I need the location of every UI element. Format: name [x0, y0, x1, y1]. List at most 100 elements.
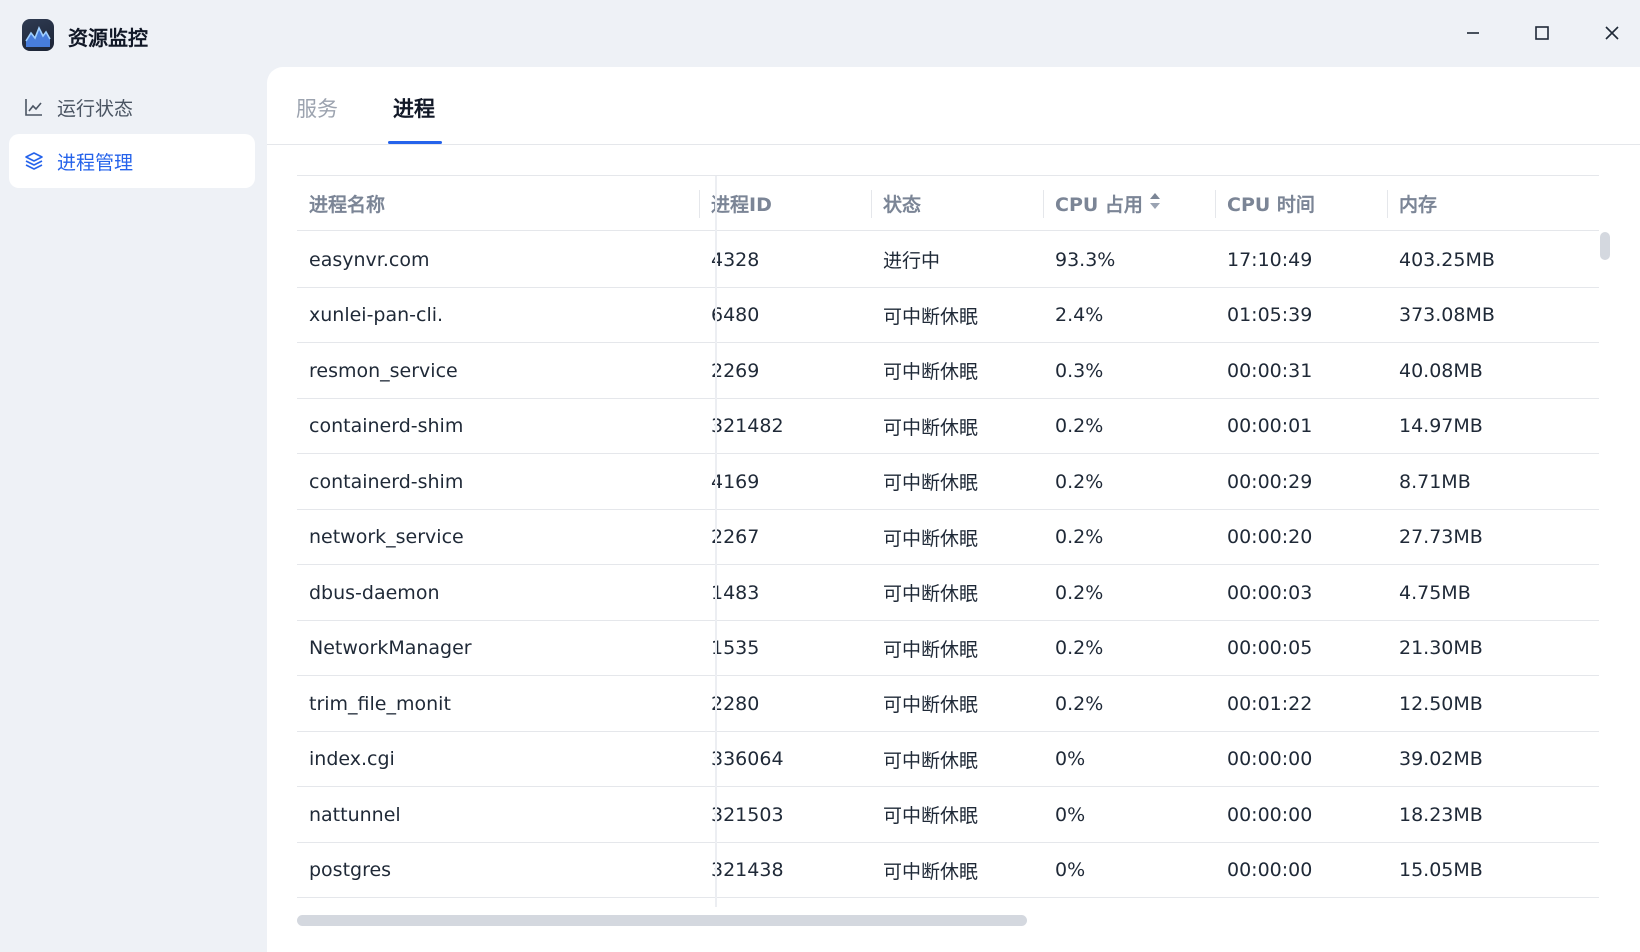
cell-process-name: containerd-shim: [309, 470, 464, 493]
table-header: 进程名称 进程ID 状态 CPU 占用 CPU 时间 内存: [297, 176, 1599, 231]
cell-status: 可中断休眠: [883, 694, 979, 716]
table-row[interactable]: resmon_service 2269 可中断休眠 0.3% 00:00:31 40.08…: [297, 343, 1599, 399]
cell-cpu-usage: 0.2%: [1055, 415, 1104, 437]
cell-status: 可中断休眠: [883, 860, 979, 883]
cell-cpu-usage: 0.3%: [1055, 359, 1104, 382]
table-row[interactable]: network_service 2267 可中断休眠 0.2% 00:00:20 27.7…: [297, 510, 1599, 565]
cell-status: 可中断休眠: [883, 472, 979, 494]
cell-cpu-usage: 0.2%: [1055, 637, 1104, 659]
cell-process-name: nattunnel: [309, 803, 401, 826]
horizontal-scrollbar[interactable]: [297, 915, 1027, 926]
cell-cpu-time: 00:00:00: [1227, 803, 1313, 826]
column-header-cpu-time[interactable]: CPU 时间: [1215, 176, 1387, 231]
cell-process-name: containerd-shim: [309, 415, 464, 437]
table-row[interactable]: index.cgi 336064 可中断休眠 0% 00:00:00 39.02MB: [297, 732, 1599, 787]
cell-process-name: network_service: [309, 526, 464, 548]
column-separator: [699, 190, 700, 218]
cell-status: 可中断休眠: [883, 305, 979, 328]
cell-status: 可中断休眠: [883, 749, 979, 772]
cell-cpu-usage: 0%: [1055, 859, 1086, 881]
table-row[interactable]: NetworkManager 1535 可中断休眠 0.2% 00:00:05 21.30…: [297, 621, 1599, 676]
cell-pid: 321438: [711, 859, 784, 881]
cell-memory: 39.02MB: [1399, 748, 1483, 770]
table-row[interactable]: easynvr.com 4328 进行中 93.3% 17:10:49 403.25MB: [297, 232, 1599, 288]
cell-cpu-usage: 0.2%: [1055, 692, 1104, 715]
cell-pid: 6480: [711, 304, 760, 326]
minimize-button[interactable]: [1458, 18, 1488, 48]
cell-process-name: xunlei-pan-cli.: [309, 304, 444, 326]
column-header-memory[interactable]: 内存: [1387, 176, 1599, 231]
main-panel: 服务 进程 进程名称 进程ID 状态 CPU 占用 CPU 时间 内存 easy…: [267, 67, 1640, 952]
cell-pid: 1483: [711, 581, 760, 604]
cell-cpu-usage: 93.3%: [1055, 248, 1116, 271]
table-body: easynvr.com 4328 进行中 93.3% 17:10:49 403.25MB x…: [297, 232, 1599, 898]
maximize-icon: [1535, 26, 1549, 40]
process-table: 进程名称 进程ID 状态 CPU 占用 CPU 时间 内存 easynvr.co…: [297, 175, 1599, 907]
vertical-scrollbar[interactable]: [1600, 232, 1610, 260]
sidebar-item-run-status[interactable]: 运行状态: [9, 80, 255, 134]
cell-cpu-time: 00:00:03: [1227, 581, 1313, 604]
cell-status: 可中断休眠: [883, 638, 979, 661]
title-bar: 资源监控: [0, 0, 1640, 66]
resource-monitor-window: 资源监控 运行状态 进程管理 服务 进程 进程名称 进程ID 状态 CPU 占用…: [0, 0, 1640, 952]
cell-process-name: postgres: [309, 859, 392, 881]
cell-status: 可中断休眠: [883, 416, 979, 439]
cell-cpu-time: 00:00:00: [1227, 748, 1313, 770]
tab-processes[interactable]: 进程: [393, 93, 435, 123]
column-header-status[interactable]: 状态: [871, 176, 1043, 231]
tab-services[interactable]: 服务: [296, 93, 338, 123]
app-title: 资源监控: [68, 26, 148, 50]
sidebar-item-process-management[interactable]: 进程管理: [9, 134, 255, 188]
column-header-cpu-usage[interactable]: CPU 占用: [1043, 176, 1215, 231]
cell-cpu-time: 00:00:00: [1227, 859, 1313, 881]
cell-pid: 321503: [711, 803, 784, 826]
cell-memory: 14.97MB: [1399, 415, 1483, 437]
column-header-pid[interactable]: 进程ID: [699, 176, 871, 231]
maximize-button[interactable]: [1527, 18, 1557, 48]
table-row[interactable]: containerd-shim 321482 可中断休眠 0.2% 00:00:01 14…: [297, 399, 1599, 454]
table-row[interactable]: nattunnel 321503 可中断休眠 0% 00:00:00 18.23MB: [297, 787, 1599, 843]
cell-pid: 2269: [711, 359, 760, 382]
cell-cpu-usage: 0.2%: [1055, 581, 1104, 604]
cell-status: 可中断休眠: [883, 583, 979, 605]
cell-process-name: trim_file_monit: [309, 692, 451, 715]
cell-process-name: resmon_service: [309, 359, 458, 382]
frozen-column-divider: [715, 176, 717, 907]
cell-cpu-time: 00:00:05: [1227, 637, 1313, 659]
cell-cpu-time: 17:10:49: [1227, 248, 1313, 271]
cell-status: 进行中: [883, 250, 941, 272]
cell-cpu-time: 00:00:20: [1227, 526, 1313, 548]
cell-pid: 4169: [711, 470, 760, 493]
table-row[interactable]: xunlei-pan-cli. 6480 可中断休眠 2.4% 01:05:39 373.…: [297, 288, 1599, 343]
cell-cpu-time: 00:00:01: [1227, 415, 1313, 437]
cell-memory: 373.08MB: [1399, 304, 1495, 326]
column-separator: [1043, 190, 1044, 218]
table-row[interactable]: trim_file_monit 2280 可中断休眠 0.2% 00:01:22 12.5…: [297, 676, 1599, 732]
table-row[interactable]: containerd-shim 4169 可中断休眠 0.2% 00:00:29 8.71…: [297, 454, 1599, 510]
cell-cpu-time: 00:01:22: [1227, 692, 1313, 715]
column-header-process-name[interactable]: 进程名称: [297, 176, 699, 231]
cell-process-name: dbus-daemon: [309, 581, 440, 604]
sidebar-item-label: 运行状态: [57, 97, 134, 120]
cell-status: 可中断休眠: [883, 805, 979, 827]
cell-memory: 21.30MB: [1399, 637, 1483, 659]
column-separator: [1215, 190, 1216, 218]
table-row[interactable]: postgres 321438 可中断休眠 0% 00:00:00 15.05MB: [297, 843, 1599, 898]
cell-memory: 4.75MB: [1399, 581, 1471, 604]
cell-pid: 336064: [711, 748, 784, 770]
column-separator: [1387, 190, 1388, 218]
cell-cpu-time: 01:05:39: [1227, 304, 1313, 326]
cell-cpu-usage: 0.2%: [1055, 526, 1104, 548]
close-button[interactable]: [1597, 18, 1627, 48]
cell-status: 可中断休眠: [883, 527, 979, 550]
table-row[interactable]: dbus-daemon 1483 可中断休眠 0.2% 00:00:03 4.75MB: [297, 565, 1599, 621]
cell-cpu-usage: 0%: [1055, 803, 1086, 826]
layers-icon: [23, 150, 45, 172]
sort-icon[interactable]: [1149, 191, 1161, 216]
cell-process-name: easynvr.com: [309, 248, 430, 271]
close-icon: [1605, 26, 1619, 40]
column-separator: [871, 190, 872, 218]
cell-pid: 2280: [711, 692, 760, 715]
cell-pid: 2267: [711, 526, 760, 548]
active-tab-indicator: [388, 141, 442, 144]
